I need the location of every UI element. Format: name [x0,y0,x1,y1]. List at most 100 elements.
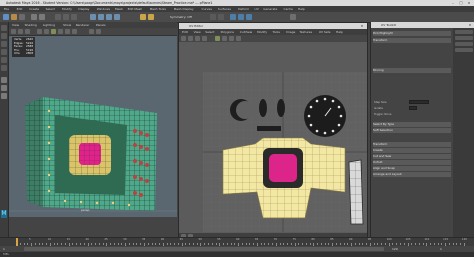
layout-four-icon[interactable] [1,85,7,91]
viewport-menu-shading[interactable]: Shading [25,23,37,27]
uv-toolkit-section-select-by-type[interactable]: Select By Type [373,122,451,127]
uv-canvas[interactable] [179,42,367,233]
grid-toggle-icon[interactable] [37,29,42,34]
camera-icon[interactable] [11,29,16,34]
bookmark-icon[interactable] [25,29,30,34]
menu-item-uv[interactable]: UV [255,7,259,11]
uv-rotate-icon[interactable] [195,36,200,41]
move-tool-icon[interactable] [1,49,7,55]
select-component-icon[interactable] [71,14,77,20]
attribute-editor-icon[interactable] [238,14,244,20]
isolate-select-icon[interactable] [89,29,94,34]
menu-item-generate[interactable]: Generate [263,7,277,11]
attribute-tab-1[interactable] [455,30,473,34]
viewport-menu-panels[interactable]: Panels [96,23,106,27]
uv-menu-cut-sew[interactable]: Cut/Sew [240,30,252,34]
uv-menu-tools[interactable]: Tools [273,30,280,34]
attribute-tab-3[interactable] [455,42,473,46]
menu-item-windows[interactable]: Windows [97,7,110,11]
close-button[interactable]: × [466,1,472,5]
menu-item-display[interactable]: Display [78,7,89,11]
live-surface-icon[interactable] [218,14,224,20]
menu-item-deform[interactable]: Deform [238,7,249,11]
snap-plane-icon[interactable] [114,14,120,20]
layout-side-icon[interactable] [1,93,7,99]
uv-toolkit-section-align-and-snap[interactable]: Align and Snap [373,166,451,171]
workspace-icon[interactable] [290,14,296,20]
uv-toolkit-section-pinning[interactable]: Pinning [373,68,451,73]
menu-item-cache[interactable]: Cache [284,7,293,11]
shadows-icon[interactable] [72,29,77,34]
undo-icon[interactable] [31,14,37,20]
channel-box-icon[interactable] [230,14,236,20]
menu-item-surfaces[interactable]: Surfaces [218,7,231,11]
menu-item-mesh-display[interactable]: Mesh Display [174,7,194,11]
minimize-button[interactable]: – [450,1,456,5]
checker-map-icon[interactable] [215,36,220,41]
rotate-tool-icon[interactable] [1,57,7,63]
uv-toolkit-section-create[interactable]: Create [373,148,451,153]
lasso-tool-icon[interactable] [1,33,7,39]
viewport-menu-renderer[interactable]: Renderer [76,23,90,27]
lights-icon[interactable] [65,29,70,34]
scale-tool-icon[interactable] [1,65,7,71]
smooth-shade-icon[interactable] [51,29,56,34]
snap-grid-icon[interactable] [90,14,96,20]
viewport-menu-view[interactable]: View [12,23,19,27]
tool-settings-icon[interactable] [246,14,252,20]
uv-scale-icon[interactable] [202,36,207,41]
uv-editor-close-button[interactable]: × [359,24,365,28]
snap-point-icon[interactable] [106,14,112,20]
uv-toolkit-section-unfold[interactable]: Unfold [373,160,451,165]
wireframe-icon[interactable] [44,29,49,34]
menu-item-edit-mesh[interactable]: Edit Mesh [128,7,143,11]
save-scene-icon[interactable] [19,14,25,20]
menu-item-select[interactable]: Select [46,7,55,11]
uv-menu-polygons[interactable]: Polygons [221,30,234,34]
paint-select-icon[interactable] [1,41,7,47]
isolate-checkbox[interactable] [409,106,417,110]
uv-menu-modify[interactable]: Modify [257,30,267,34]
attribute-tab-4[interactable] [455,48,473,52]
menu-item-curves[interactable]: Curves [202,7,212,11]
command-line[interactable]: MEL [0,252,474,257]
uv-menu-select[interactable]: Select [205,30,214,34]
uv-grid-icon[interactable] [229,36,234,41]
uv-toolkit-section-transform[interactable]: Transform [373,142,451,147]
maximize-button[interactable]: □ [458,1,464,5]
uv-menu-image[interactable]: Image [286,30,295,34]
new-scene-icon[interactable] [3,14,9,20]
menu-item-mesh-tools[interactable]: Mesh Tools [150,7,166,11]
uv-select-icon[interactable] [181,36,186,41]
uv-move-icon[interactable] [188,36,193,41]
uv-toolkit-section-arrange-and-layout[interactable]: Arrange and Layout [373,172,451,177]
ipr-render-icon[interactable] [148,14,154,20]
menu-item-create[interactable]: Create [29,7,39,11]
uv-menu-help[interactable]: Help [336,30,343,34]
uv-toolkit-section-pick-highlight[interactable]: Pick/Highlight [373,31,451,36]
uv-toolkit-close-button[interactable]: × [467,23,473,27]
image-display-icon[interactable] [236,36,241,41]
open-scene-icon[interactable] [11,14,17,20]
uv-menu-uv-sets[interactable]: UV Sets [319,30,331,34]
uv-menu-view[interactable]: View [194,30,201,34]
render-icon[interactable] [140,14,146,20]
menu-item-edit[interactable]: Edit [17,7,23,11]
command-language-label[interactable]: MEL [3,252,9,256]
redo-icon[interactable] [39,14,45,20]
shaded-uv-icon[interactable] [222,36,227,41]
uv-toolkit-section-soft-selection[interactable]: Soft Selection [373,128,451,133]
range-start[interactable]: 1 [3,247,5,251]
menu-item-mesh[interactable]: Mesh [115,7,123,11]
viewport-menu-lighting[interactable]: Lighting [43,23,55,27]
xray-icon[interactable] [96,29,101,34]
lock-camera-icon[interactable] [18,29,23,34]
current-frame[interactable]: 1 [440,247,442,251]
step-size-field[interactable] [409,100,429,104]
menu-item-help[interactable]: Help [298,7,305,11]
menu-item-modify[interactable]: Modify [62,7,72,11]
perspective-viewport[interactable]: View Shading Lighting Show Renderer Panels Ve… [9,22,177,217]
uv-toolkit-section-cut-and-sew[interactable]: Cut and Sew [373,154,451,159]
soft-select-icon[interactable] [210,14,216,20]
attribute-tab-2[interactable] [455,36,473,40]
